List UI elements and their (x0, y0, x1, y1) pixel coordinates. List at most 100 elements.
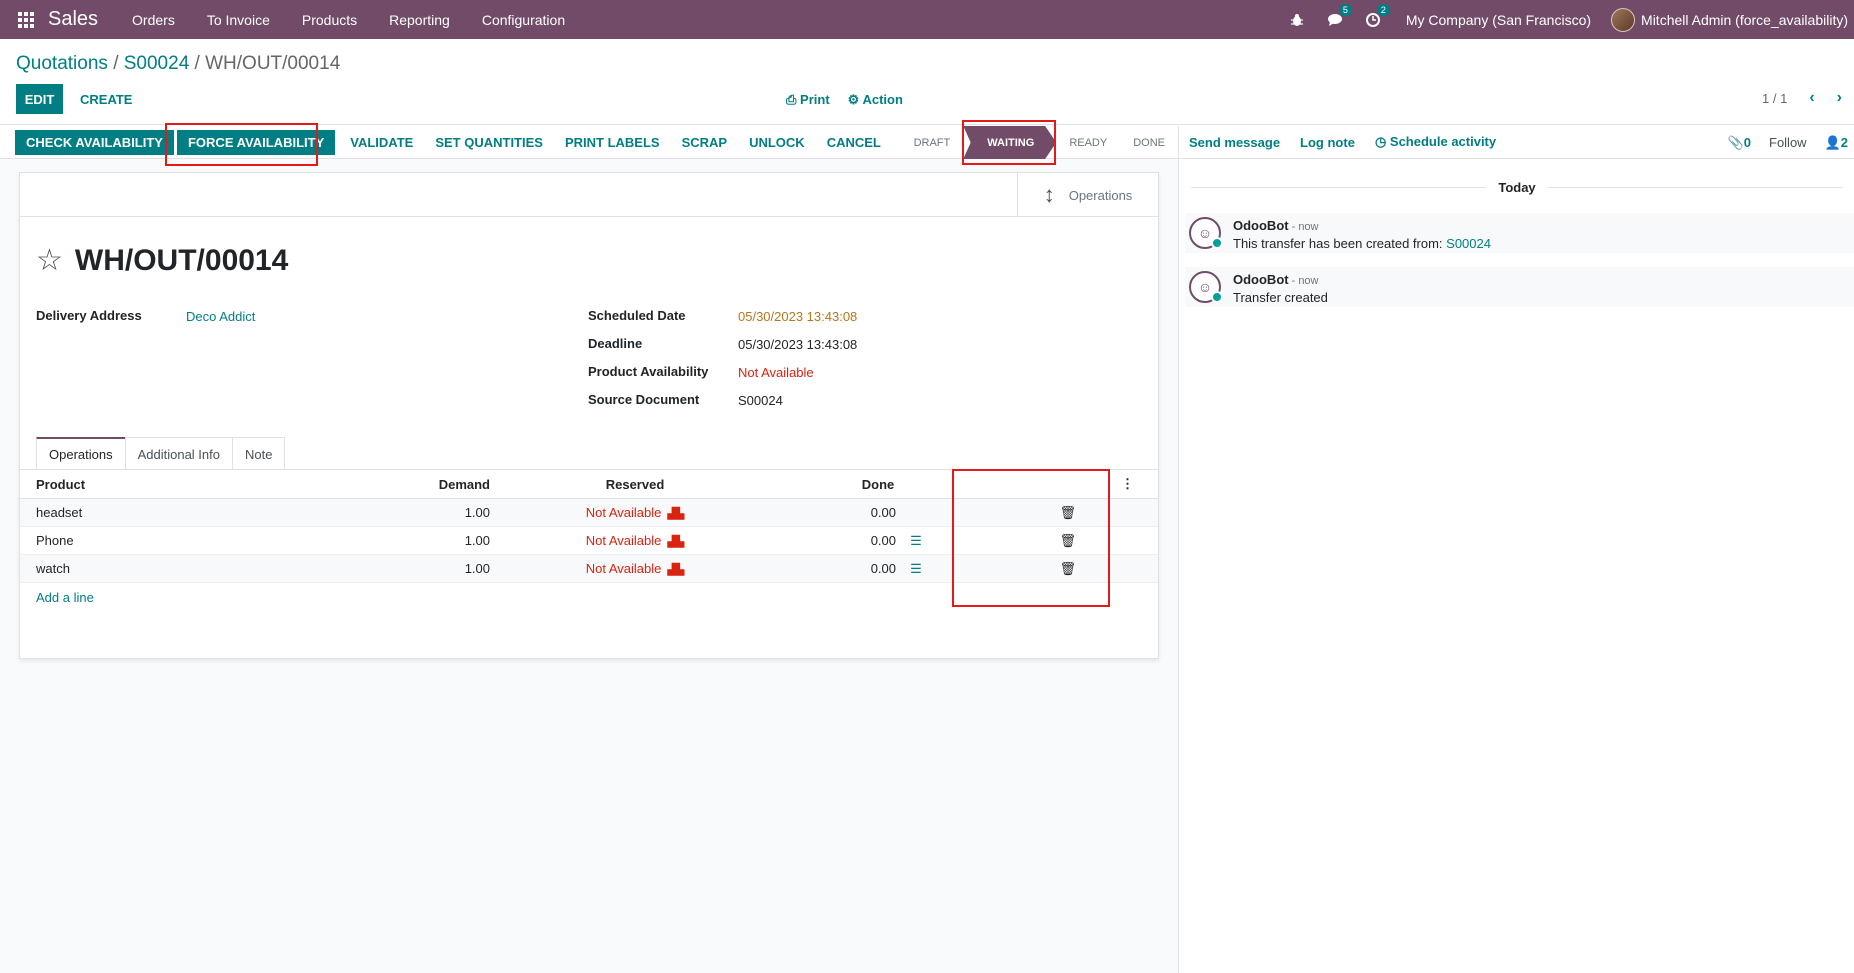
pager: 1 / 1 ‹ › (1762, 89, 1842, 107)
activities-clock-icon[interactable]: 2 (1354, 0, 1392, 39)
scrap-button[interactable]: SCRAP (671, 130, 739, 155)
debug-bug-icon[interactable] (1278, 0, 1316, 39)
deadline-label: Deadline (588, 336, 643, 351)
menu-to-invoice[interactable]: To Invoice (191, 12, 286, 28)
message-link[interactable]: S00024 (1446, 236, 1491, 251)
pager-value[interactable]: 1 / 1 (1762, 91, 1787, 106)
demand-cell[interactable]: 1.00 (360, 561, 490, 576)
print-button[interactable]: ⎙ Print (786, 92, 830, 108)
menu-orders[interactable]: Orders (116, 12, 191, 28)
scheduled-date-field[interactable]: 05/30/2023 13:43:08 (738, 309, 857, 324)
pager-previous-icon[interactable]: ‹ (1809, 89, 1814, 107)
tab-operations[interactable]: Operations (36, 437, 126, 470)
forecast-chart-icon[interactable]: ▟▙ (667, 536, 684, 548)
tab-note[interactable]: Note (232, 437, 286, 470)
table-header: Product Demand Reserved Done ⋮ (20, 470, 1158, 499)
table-row[interactable]: headset 1.00 Not Available ▟▙ 0.00 🗑 (20, 499, 1158, 527)
reserved-cell: Not Available (585, 505, 662, 520)
company-switcher[interactable]: My Company (San Francisco) (1392, 12, 1611, 28)
detailed-operations-list-icon[interactable]: ☰ (896, 533, 936, 549)
schedule-activity-button[interactable]: ◷ Schedule activity (1365, 134, 1506, 150)
pager-next-icon[interactable]: › (1837, 89, 1842, 107)
done-cell[interactable]: 0.00 (780, 561, 896, 576)
delete-row-icon[interactable]: 🗑 (936, 505, 1088, 521)
stage-done: DONE (1133, 136, 1165, 149)
unlock-button[interactable]: UNLOCK (738, 130, 816, 155)
add-line-link[interactable]: Add a line (20, 583, 1158, 611)
set-quantities-button[interactable]: SET QUANTITIES (424, 130, 554, 155)
product-availability-label: Product Availability (588, 364, 709, 379)
menu-reporting[interactable]: Reporting (373, 12, 466, 28)
stage-waiting: WAITING (963, 126, 1057, 159)
product-availability-field: Not Available (738, 365, 814, 380)
stage-pipeline: DRAFT WAITING READY DONE (901, 126, 1178, 159)
scheduled-date-label: Scheduled Date (588, 308, 686, 323)
delete-row-icon[interactable]: 🗑 (936, 561, 1088, 577)
messages-badge: 5 (1338, 4, 1352, 16)
chatter-message: ☺ OdooBot - now Transfer created (1185, 267, 1854, 307)
detailed-operations-list-icon[interactable]: ☰ (896, 561, 936, 577)
create-button[interactable]: CREATE (72, 84, 140, 114)
message-author[interactable]: OdooBot (1233, 272, 1289, 287)
date-separator: Today (1179, 180, 1854, 195)
chatter-message: ☺ OdooBot - now This transfer has been cr… (1185, 213, 1854, 253)
forecast-chart-icon[interactable]: ▟▙ (667, 508, 684, 520)
operations-table: Product Demand Reserved Done ⋮ headset 1… (20, 470, 1158, 611)
breadcrumb-quotations[interactable]: Quotations (16, 53, 108, 74)
menu-products[interactable]: Products (286, 12, 373, 28)
product-cell[interactable]: Phone (20, 533, 360, 548)
apps-menu-icon[interactable] (6, 0, 46, 39)
deadline-field[interactable]: 05/30/2023 13:43:08 (738, 337, 857, 352)
column-reserved[interactable]: Reserved (490, 477, 780, 492)
messages-icon[interactable]: 5 (1316, 0, 1354, 39)
column-options-icon[interactable]: ⋮ (976, 476, 1138, 492)
operations-smart-button[interactable]: ↕ Operations (1017, 173, 1158, 217)
user-icon: 👤 (1824, 134, 1841, 150)
demand-cell[interactable]: 1.00 (360, 533, 490, 548)
message-text: Transfer created (1233, 290, 1328, 305)
chatter: Send message Log note ◷ Schedule activit… (1178, 126, 1854, 973)
followers-button[interactable]: 👤2 (1825, 135, 1848, 151)
reserved-cell: Not Available (585, 533, 662, 548)
log-note-button[interactable]: Log note (1290, 135, 1365, 150)
edit-button[interactable]: EDIT (16, 84, 63, 114)
app-name[interactable]: Sales (48, 8, 98, 31)
message-author[interactable]: OdooBot (1233, 218, 1289, 233)
vertical-arrows-icon: ↕ (1043, 182, 1055, 207)
delivery-address-field[interactable]: Deco Addict (186, 309, 255, 324)
product-cell[interactable]: headset (20, 505, 360, 520)
column-done[interactable]: Done (780, 477, 976, 492)
menu-configuration[interactable]: Configuration (466, 12, 581, 28)
table-row[interactable]: Phone 1.00 Not Available ▟▙ 0.00 ☰ 🗑 (20, 527, 1158, 555)
done-cell[interactable]: 0.00 (780, 505, 896, 520)
print-labels-button[interactable]: PRINT LABELS (554, 130, 671, 155)
demand-cell[interactable]: 1.00 (360, 505, 490, 520)
main-navbar: Sales Orders To Invoice Products Reporti… (0, 0, 1854, 39)
cancel-button[interactable]: CANCEL (816, 130, 892, 155)
table-row[interactable]: watch 1.00 Not Available ▟▙ 0.00 ☰ 🗑 (20, 555, 1158, 583)
attachments-button[interactable]: 📎0 (1728, 135, 1751, 151)
star-icon[interactable]: ☆ (36, 243, 63, 278)
source-document-field[interactable]: S00024 (738, 393, 783, 408)
forecast-chart-icon[interactable]: ▟▙ (667, 564, 684, 576)
odoobot-avatar[interactable]: ☺ (1189, 271, 1223, 303)
column-demand[interactable]: Demand (360, 477, 490, 492)
user-menu[interactable]: Mitchell Admin (force_availability) (1611, 7, 1854, 32)
done-cell[interactable]: 0.00 (780, 533, 896, 548)
tab-additional-info[interactable]: Additional Info (124, 437, 233, 470)
print-icon: ⎙ (786, 92, 797, 107)
odoobot-avatar[interactable]: ☺ (1189, 217, 1223, 249)
check-availability-button[interactable]: CHECK AVAILABILITY (15, 129, 174, 155)
smart-button-box: ↕ Operations (20, 173, 1158, 217)
paperclip-icon: 📎 (1727, 134, 1744, 150)
validate-button[interactable]: VALIDATE (339, 130, 424, 155)
action-button[interactable]: ⚙ Action (848, 92, 903, 108)
delete-row-icon[interactable]: 🗑 (936, 533, 1088, 549)
force-availability-button[interactable]: FORCE AVAILABILITY (176, 129, 336, 155)
follow-button[interactable]: Follow (1769, 135, 1807, 150)
breadcrumb-sale-order[interactable]: S00024 (124, 53, 190, 74)
column-product[interactable]: Product (20, 477, 360, 492)
product-cell[interactable]: watch (20, 561, 360, 576)
send-message-button[interactable]: Send message (1179, 135, 1290, 150)
status-bar: CHECK AVAILABILITY FORCE AVAILABILITY VA… (0, 126, 1178, 159)
